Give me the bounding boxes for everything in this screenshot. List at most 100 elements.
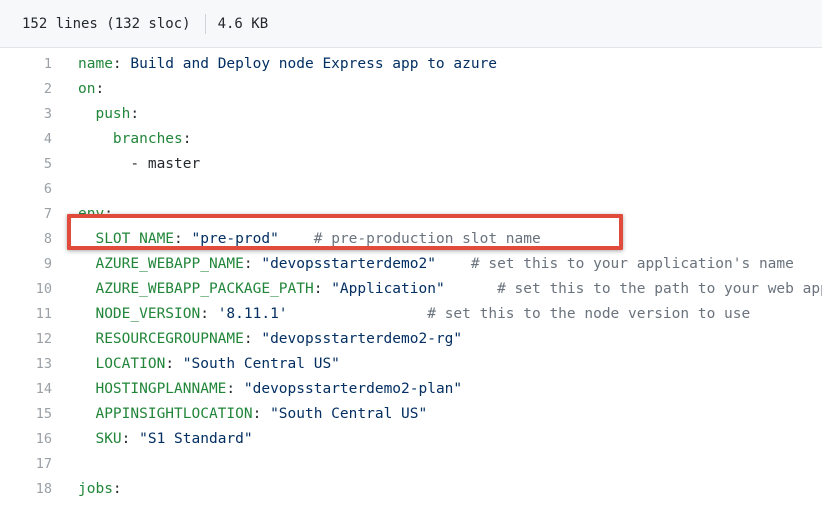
yaml-value: "Application" — [331, 281, 445, 297]
code-text: RESOURCEGROUPNAME: "devopsstarterdemo2-r… — [78, 327, 462, 352]
code-line: 1 name: Build and Deploy node Express app… — [0, 52, 822, 77]
yaml-key: on — [78, 81, 96, 97]
code-text: NODE_VERSION: '8.11.1' # set this to the… — [78, 302, 750, 327]
line-number[interactable]: 11 — [0, 302, 52, 327]
line-number[interactable]: 13 — [0, 352, 52, 377]
yaml-separator: : — [112, 56, 131, 72]
code-text: env: — [78, 202, 113, 227]
code-line: 11 NODE_VERSION: '8.11.1' # set this to … — [0, 302, 822, 327]
code-text: SLOT_NAME: "pre-prod" # pre-production s… — [78, 227, 541, 252]
yaml-separator: : — [112, 481, 122, 497]
yaml-key: name — [78, 56, 113, 72]
yaml-comment: # set this to your application's name — [470, 256, 794, 272]
yaml-separator: : — [243, 256, 262, 272]
yaml-separator: : — [130, 106, 140, 122]
yaml-value: "devopsstarterdemo2" — [261, 256, 436, 272]
comment-gap — [279, 231, 314, 247]
line-number[interactable]: 15 — [0, 402, 52, 427]
code-line: 16 SKU: "S1 Standard" — [0, 427, 822, 452]
yaml-value: "devopsstarterdemo2-rg" — [261, 331, 463, 347]
code-text: SKU: "S1 Standard" — [78, 427, 253, 452]
line-number[interactable]: 14 — [0, 377, 52, 402]
yaml-separator: : — [121, 431, 140, 447]
header-divider — [204, 13, 206, 34]
yaml-separator: : — [252, 406, 271, 422]
code-line: 2 on: — [0, 77, 822, 102]
code-text: on: — [78, 77, 104, 102]
line-number[interactable]: 2 — [0, 77, 52, 102]
line-number[interactable]: 9 — [0, 252, 52, 277]
yaml-value: "South Central US" — [270, 406, 428, 422]
yaml-comment: # set this to the node version to use — [427, 306, 751, 322]
line-number[interactable]: 17 — [0, 452, 52, 477]
code-line: 17 — [0, 452, 822, 477]
code-line: 3 push: — [0, 102, 822, 127]
yaml-value: "S1 Standard" — [139, 431, 253, 447]
yaml-value: "South Central US" — [182, 356, 340, 372]
yaml-value: Build and Deploy node Express app to azu… — [130, 56, 498, 72]
yaml-key: HOSTINGPLANNAME — [95, 381, 227, 397]
code-line: 18 jobs: — [0, 477, 822, 502]
yaml-comment: # pre-production slot name — [313, 231, 541, 247]
yaml-comment: # set this to the path to your web app — [497, 281, 822, 297]
yaml-key: RESOURCEGROUPNAME — [95, 331, 244, 347]
yaml-separator: : — [174, 231, 192, 247]
line-number[interactable]: 4 — [0, 127, 52, 152]
line-number[interactable]: 5 — [0, 152, 52, 177]
code-text: - master — [78, 152, 200, 177]
yaml-key: SLOT_NAME — [95, 231, 175, 247]
line-number[interactable]: 8 — [0, 227, 52, 252]
comment-gap — [445, 281, 497, 297]
code-line: 14 HOSTINGPLANNAME: "devopsstarterdemo2-… — [0, 377, 822, 402]
line-number[interactable]: 7 — [0, 202, 52, 227]
code-text: AZURE_WEBAPP_NAME: "devopsstarterdemo2" … — [78, 252, 794, 277]
code-text: jobs: — [78, 477, 122, 502]
code-line: 4 branches: — [0, 127, 822, 152]
code-line: 13 LOCATION: "South Central US" — [0, 352, 822, 377]
line-number[interactable]: 18 — [0, 477, 52, 502]
line-number[interactable]: 10 — [0, 277, 52, 302]
line-number[interactable]: 16 — [0, 427, 52, 452]
yaml-value: "devopsstarterdemo2-plan" — [243, 381, 463, 397]
yaml-separator: : — [95, 81, 105, 97]
code-line: 9 AZURE_WEBAPP_NAME: "devopsstarterdemo2… — [0, 252, 822, 277]
code-text: push: — [78, 102, 139, 127]
yaml-separator: : — [182, 131, 192, 147]
code-text: branches: — [78, 127, 192, 152]
yaml-key: NODE_VERSION — [95, 306, 201, 322]
yaml-value: - master — [130, 156, 201, 172]
yaml-separator: : — [226, 381, 244, 397]
code-line: 15 APPINSIGHTLOCATION: "South Central US… — [0, 402, 822, 427]
yaml-key: SKU — [95, 431, 122, 447]
code-text: HOSTINGPLANNAME: "devopsstarterdemo2-pla… — [78, 377, 462, 402]
yaml-key: AZURE_WEBAPP_PACKAGE_PATH — [95, 281, 314, 297]
code-text: APPINSIGHTLOCATION: "South Central US" — [78, 402, 427, 427]
file-info-bar: 152 lines (132 sloc) 4.6 KB — [0, 0, 822, 48]
code-line: 6 — [0, 177, 822, 202]
yaml-key: jobs — [78, 481, 113, 497]
yaml-value: '8.11.1' — [217, 306, 288, 322]
yaml-key: branches — [112, 131, 183, 147]
line-number[interactable]: 3 — [0, 102, 52, 127]
comment-gap — [288, 306, 428, 322]
yaml-key: push — [95, 106, 131, 122]
line-number[interactable]: 1 — [0, 52, 52, 77]
line-number[interactable]: 12 — [0, 327, 52, 352]
code-text: LOCATION: "South Central US" — [78, 352, 340, 377]
yaml-key: AZURE_WEBAPP_NAME — [95, 256, 244, 272]
code-text: name: Build and Deploy node Express app … — [78, 52, 497, 77]
line-number[interactable]: 6 — [0, 177, 52, 202]
yaml-separator: : — [243, 331, 262, 347]
code-text: AZURE_WEBAPP_PACKAGE_PATH: "Application"… — [78, 277, 822, 302]
yaml-key: env — [78, 206, 105, 222]
line-count: 152 lines (132 sloc) — [22, 15, 191, 32]
